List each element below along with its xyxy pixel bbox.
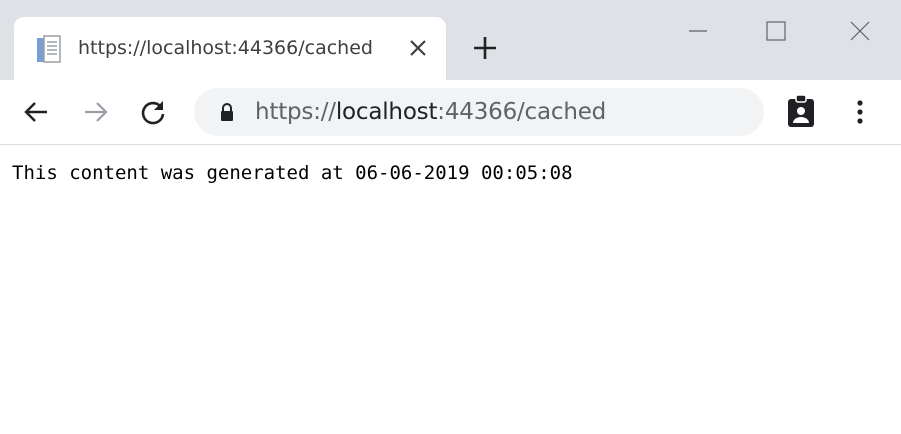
document-icon (37, 35, 61, 63)
url-path: :44366/cached (437, 99, 607, 125)
url-scheme: https:// (255, 99, 336, 125)
browser-tab[interactable]: https://localhost:44366/cached (14, 17, 446, 80)
clipboard-extension-icon[interactable] (786, 94, 816, 128)
close-tab-icon[interactable] (407, 37, 429, 59)
back-arrow-icon[interactable] (22, 98, 50, 126)
address-bar[interactable]: https://localhost:44366/cached (194, 88, 764, 136)
lock-icon[interactable] (218, 102, 236, 122)
url-host: localhost (335, 99, 438, 125)
url-text[interactable]: https://localhost:44366/cached (255, 99, 606, 125)
minimize-icon[interactable] (678, 14, 718, 48)
more-menu-icon[interactable] (848, 96, 872, 128)
tab-title: https://localhost:44366/cached (78, 37, 373, 59)
page-content-text: This content was generated at 06-06-2019… (12, 162, 573, 184)
browser-toolbar: https://localhost:44366/cached (0, 80, 901, 145)
window-close-icon[interactable] (840, 14, 880, 48)
new-tab-plus-icon[interactable] (472, 35, 498, 61)
forward-arrow-icon[interactable] (82, 98, 110, 126)
tab-strip: https://localhost:44366/cached (0, 0, 901, 80)
maximize-icon[interactable] (756, 14, 796, 48)
reload-icon[interactable] (139, 98, 167, 126)
